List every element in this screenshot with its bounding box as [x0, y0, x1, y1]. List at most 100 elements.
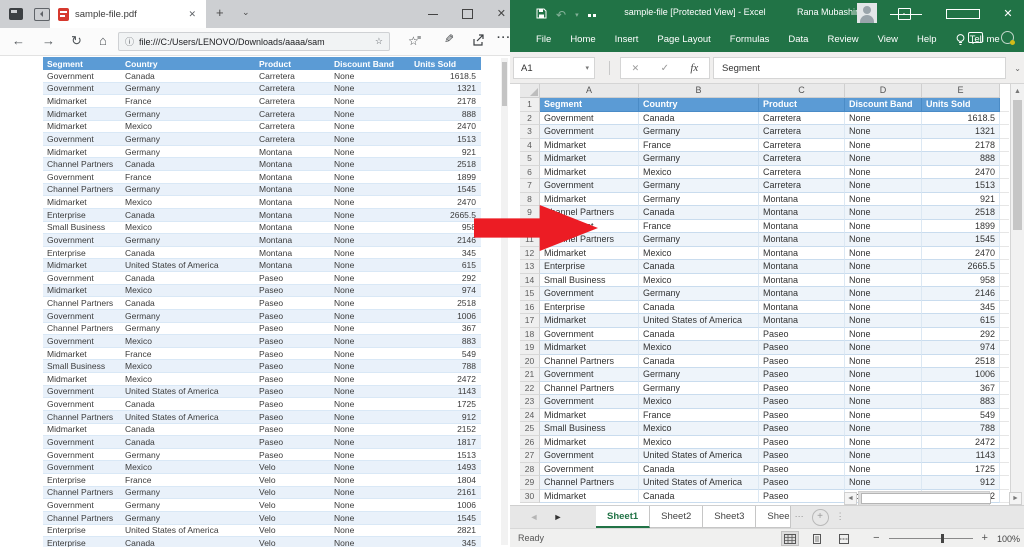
excel-cell[interactable]: [1000, 314, 1009, 328]
excel-cell[interactable]: [1000, 220, 1009, 234]
excel-cell[interactable]: None: [845, 112, 922, 126]
row-number[interactable]: 24: [520, 409, 540, 423]
excel-cell[interactable]: Midmarket: [540, 247, 639, 261]
excel-cell[interactable]: Germany: [639, 382, 759, 396]
zoom-slider[interactable]: [889, 538, 973, 539]
excel-cell[interactable]: Montana: [759, 287, 845, 301]
excel-cell[interactable]: Enterprise: [540, 301, 639, 315]
excel-cell[interactable]: Paseo: [759, 382, 845, 396]
scroll-up-icon[interactable]: ▲: [1011, 85, 1024, 98]
row-number[interactable]: 1: [520, 98, 540, 112]
column-header-D[interactable]: D: [845, 84, 922, 98]
zoom-level-label[interactable]: 100%: [997, 534, 1020, 544]
excel-cell[interactable]: None: [845, 152, 922, 166]
excel-cell[interactable]: None: [845, 395, 922, 409]
row-number[interactable]: 25: [520, 422, 540, 436]
row-number[interactable]: 21: [520, 368, 540, 382]
name-box-dropdown-icon[interactable]: ▾: [585, 64, 594, 72]
horizontal-scroll-track[interactable]: [858, 491, 990, 506]
excel-cell[interactable]: 2178: [922, 139, 1000, 153]
excel-cell[interactable]: Midmarket: [540, 139, 639, 153]
excel-cell[interactable]: Midmarket: [540, 436, 639, 450]
tab-preview-icon[interactable]: [9, 8, 23, 20]
excel-cell[interactable]: None: [845, 314, 922, 328]
excel-cell[interactable]: Carretera: [759, 152, 845, 166]
page-layout-view-icon[interactable]: [808, 531, 826, 546]
excel-cell[interactable]: None: [845, 355, 922, 369]
excel-cell[interactable]: None: [845, 260, 922, 274]
excel-cell[interactable]: Carretera: [759, 179, 845, 193]
excel-cell[interactable]: France: [639, 409, 759, 423]
excel-cell[interactable]: [1000, 193, 1009, 207]
row-number[interactable]: 23: [520, 395, 540, 409]
excel-cell[interactable]: None: [845, 139, 922, 153]
minimize-icon[interactable]: [428, 14, 438, 15]
excel-cell[interactable]: 1899: [922, 220, 1000, 234]
excel-header-cell[interactable]: Discount Band: [845, 98, 922, 112]
vertical-scrollbar[interactable]: ▲ ▼: [1010, 84, 1024, 505]
excel-cell[interactable]: [1000, 476, 1009, 490]
excel-cell[interactable]: 549: [922, 409, 1000, 423]
row-number[interactable]: 8: [520, 193, 540, 207]
excel-cell[interactable]: Montana: [759, 233, 845, 247]
excel-cell[interactable]: Germany: [639, 368, 759, 382]
row-number[interactable]: 14: [520, 274, 540, 288]
excel-cell[interactable]: None: [845, 274, 922, 288]
name-box[interactable]: A1 ▾: [513, 57, 595, 79]
excel-cell[interactable]: None: [845, 220, 922, 234]
excel-cell[interactable]: Canada: [639, 490, 759, 504]
address-bar[interactable]: ⓘ file:///C:/Users/LENOVO/Downloads/aaaa…: [118, 32, 390, 51]
excel-cell[interactable]: Montana: [759, 274, 845, 288]
excel-cell[interactable]: 2146: [922, 287, 1000, 301]
excel-cell[interactable]: Montana: [759, 260, 845, 274]
comments-icon[interactable]: [968, 32, 983, 43]
save-icon[interactable]: [536, 6, 547, 24]
excel-cell[interactable]: Mexico: [639, 436, 759, 450]
excel-cell[interactable]: Government: [540, 125, 639, 139]
excel-cell[interactable]: 974: [922, 341, 1000, 355]
excel-cell[interactable]: Paseo: [759, 422, 845, 436]
excel-cell[interactable]: 912: [922, 476, 1000, 490]
sheet-nav-left-icon[interactable]: ◄: [524, 506, 544, 528]
excel-cell[interactable]: Government: [540, 112, 639, 126]
row-number[interactable]: 18: [520, 328, 540, 342]
sheet-tab-sheet2[interactable]: Sheet2: [650, 506, 703, 528]
excel-header-cell[interactable]: Units Sold: [922, 98, 1000, 112]
excel-cell[interactable]: Paseo: [759, 395, 845, 409]
share-presence-icon[interactable]: [1001, 31, 1014, 44]
excel-cell[interactable]: Paseo: [759, 463, 845, 477]
row-number[interactable]: 5: [520, 152, 540, 166]
excel-cell[interactable]: France: [639, 139, 759, 153]
excel-cell[interactable]: Canada: [639, 206, 759, 220]
row-number[interactable]: 7: [520, 179, 540, 193]
excel-cell[interactable]: Mexico: [639, 422, 759, 436]
excel-cell[interactable]: Midmarket: [540, 490, 639, 504]
column-header-C[interactable]: C: [759, 84, 845, 98]
excel-cell[interactable]: [1000, 409, 1009, 423]
page-info-icon[interactable]: ⓘ: [125, 35, 134, 48]
excel-cell[interactable]: Government: [540, 368, 639, 382]
excel-cell[interactable]: None: [845, 449, 922, 463]
minimize-icon[interactable]: [890, 14, 922, 15]
column-header-A[interactable]: A: [540, 84, 639, 98]
tab-list-chevron-icon[interactable]: ⌄: [242, 7, 250, 18]
excel-cell[interactable]: [1000, 395, 1009, 409]
browser-tab[interactable]: sample-file.pdf ✕: [50, 0, 206, 28]
excel-cell[interactable]: 921: [922, 193, 1000, 207]
zoom-slider-thumb[interactable]: [941, 534, 944, 543]
add-favorite-star-icon[interactable]: ☆: [375, 36, 383, 47]
excel-cell[interactable]: Montana: [759, 301, 845, 315]
scroll-right-icon[interactable]: ►: [1009, 492, 1022, 505]
row-number[interactable]: 30: [520, 490, 540, 504]
new-tab-button[interactable]: +: [216, 5, 224, 20]
excel-cell[interactable]: 615: [922, 314, 1000, 328]
ribbon-tab-review[interactable]: Review: [827, 34, 858, 45]
page-break-view-icon[interactable]: [835, 531, 853, 546]
row-number[interactable]: 6: [520, 166, 540, 180]
excel-cell[interactable]: Carretera: [759, 139, 845, 153]
excel-cell[interactable]: 2470: [922, 166, 1000, 180]
sheet-tab-sheet1[interactable]: Sheet1: [596, 506, 650, 528]
formula-bar-expand-icon[interactable]: ⌄: [1014, 64, 1021, 73]
row-number[interactable]: 3: [520, 125, 540, 139]
excel-cell[interactable]: None: [845, 287, 922, 301]
